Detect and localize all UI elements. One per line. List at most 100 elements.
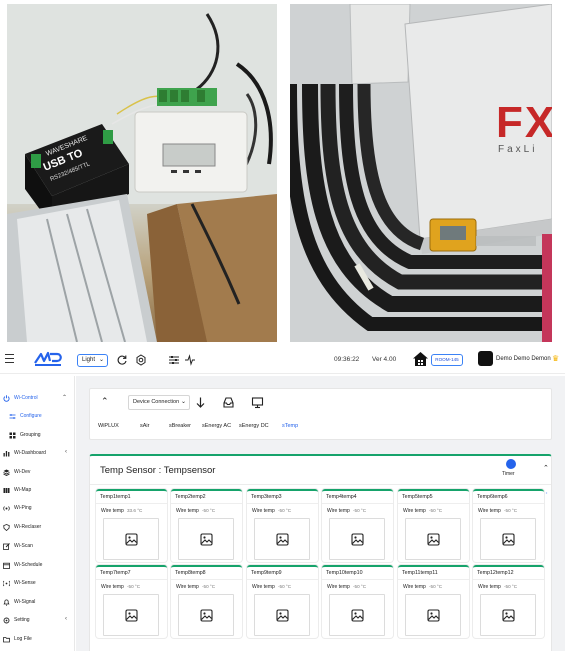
sensor-image-placeholder[interactable]	[480, 518, 536, 560]
photo-fx-panel-sensor: FX FaxLi	[290, 4, 552, 342]
device-connection-select[interactable]: Device Connection ⌄	[128, 395, 190, 410]
broadcast-icon	[2, 580, 11, 587]
sidebar-item-wi-dashboard[interactable]: Wi-Dashboard ‹	[3, 447, 73, 459]
sidebar-item-log-file[interactable]: Log File	[3, 633, 73, 645]
gear-icon	[3, 617, 10, 624]
wire-temp-label: Wire temp	[478, 508, 501, 514]
room-badge[interactable]: ROOM-145	[431, 354, 463, 366]
power-icon	[3, 394, 10, 402]
sensor-image-placeholder[interactable]	[178, 594, 234, 636]
timer-icon[interactable]	[506, 459, 516, 469]
sensor-image-placeholder[interactable]	[405, 594, 461, 636]
sensor-card[interactable]: Temp12temp12 Wire temp -50 °C	[473, 565, 544, 638]
image-icon	[427, 609, 440, 622]
sidebar-item-label: Wi-Signal	[14, 599, 36, 605]
sidebar-item-wi-signal[interactable]: Wi-Signal	[3, 596, 73, 608]
home-icon[interactable]	[412, 351, 429, 367]
wire-temp-value: -50 °C	[353, 508, 367, 513]
collapse-chevron-up-icon[interactable]: ⌃	[101, 396, 109, 407]
sensor-card[interactable]: Temp11temp11 Wire temp -50 °C	[398, 565, 469, 638]
sensor-card[interactable]: Temp2temp2 Wire temp -50 °C	[171, 489, 242, 562]
sidebar-item-label: Wi-Dashboard	[14, 450, 46, 456]
sidebar-item-setting[interactable]: Setting ‹	[3, 614, 73, 626]
wire-temp-label: Wire temp	[101, 508, 124, 514]
sensor-card[interactable]: Temp8temp8 Wire temp -50 °C	[171, 565, 242, 638]
tab-wiplux[interactable]: WiPLUX	[98, 423, 119, 429]
monitor-icon[interactable]	[251, 396, 264, 409]
sidebar-item-wi-scan[interactable]: Wi-Scan	[3, 540, 73, 552]
image-icon	[351, 609, 364, 622]
collapse-chevron-up-icon[interactable]: ⌃	[543, 464, 549, 472]
card-divider	[322, 579, 393, 580]
tab-sbreaker[interactable]: sBreaker	[169, 423, 191, 429]
sidebar-item-wi-schedule[interactable]: Wi-Schedule	[3, 559, 73, 571]
sensor-card[interactable]: Temp1temp1 Wire temp 33.6 °C	[96, 489, 167, 562]
wire-temp-value: 33.6 °C	[127, 508, 143, 513]
sensor-card[interactable]: Temp5temp5 Wire temp -50 °C	[398, 489, 469, 562]
sidebar-item-label: Setting	[14, 617, 30, 623]
sensor-card-title: Temp9temp9	[251, 570, 282, 576]
sensor-card-title: Temp6temp6	[477, 494, 508, 500]
sidebar-item-label: Wi-Dev	[14, 469, 31, 475]
sensor-card[interactable]: Temp7temp7 Wire temp -50 °C	[96, 565, 167, 638]
sidebar-item-grouping[interactable]: Grouping	[9, 429, 73, 441]
sidebar-item-wi-dev[interactable]: Wi-Dev	[3, 466, 73, 478]
installation-photos: WAVESHARE USB TO RS232/485/TTL FX FaxLi	[0, 0, 565, 344]
hamburger-menu-icon[interactable]	[5, 354, 14, 364]
sidebar-item-configure[interactable]: Configure	[9, 410, 73, 422]
refresh-icon[interactable]	[116, 354, 128, 366]
sidebar-item-label: Wi-Map	[14, 487, 32, 493]
sensor-image-placeholder[interactable]	[329, 594, 385, 636]
activity-icon[interactable]	[184, 354, 196, 366]
tab-sair[interactable]: sAir	[140, 423, 149, 429]
tab-senergy-dc[interactable]: sEnergy DC	[239, 423, 269, 429]
sidebar-item-wi-map[interactable]: Wi-Map	[3, 484, 73, 496]
sidebar-item-label: Grouping	[20, 432, 41, 438]
inbox-icon[interactable]	[222, 396, 235, 409]
settings-cog-icon[interactable]	[135, 354, 147, 366]
sensor-card-title: Temp3temp3	[251, 494, 282, 500]
theme-select[interactable]: Light ⌄	[77, 354, 108, 367]
arrow-down-icon[interactable]	[194, 396, 207, 409]
sensor-image-placeholder[interactable]	[329, 518, 385, 560]
calendar-icon	[3, 562, 10, 569]
chevron-left-icon: ‹	[65, 616, 67, 622]
tab-senergy-ac[interactable]: sEnergy AC	[202, 423, 231, 429]
image-icon	[125, 533, 138, 546]
sensor-card[interactable]: Temp6temp6 Wire temp -50 °C	[473, 489, 544, 562]
sidebar-item-label: Wi-Reclaser	[14, 524, 42, 530]
sidebar-item-wi-ping[interactable]: Wi-Ping	[3, 502, 73, 514]
filter-sliders-icon[interactable]	[168, 354, 180, 366]
chevron-down-icon: ⌄	[180, 399, 186, 405]
sensor-image-placeholder[interactable]	[254, 594, 310, 636]
image-icon	[276, 533, 289, 546]
timer-label[interactable]: Timer	[502, 471, 515, 477]
tab-stemp[interactable]: sTemp	[282, 423, 298, 429]
user-avatar[interactable]	[478, 351, 493, 366]
card-divider	[398, 579, 469, 580]
card-divider	[171, 579, 242, 580]
sidebar-item-wi-sense[interactable]: Wi-Sense	[2, 577, 73, 589]
sensor-image-placeholder[interactable]	[103, 594, 159, 636]
sidebar-item-wi-control[interactable]: Wi-Control ⌃	[3, 392, 73, 404]
sensor-image-placeholder[interactable]	[254, 518, 310, 560]
sensor-image-placeholder[interactable]	[480, 594, 536, 636]
sensor-image-placeholder[interactable]	[405, 518, 461, 560]
shield-icon	[3, 523, 10, 531]
sensor-card-title: Temp8temp8	[175, 570, 206, 576]
sensor-image-placeholder[interactable]	[178, 518, 234, 560]
bell-icon	[3, 599, 10, 606]
sliders-icon	[9, 413, 16, 420]
sensor-card[interactable]: Temp3temp3 Wire temp -50 °C	[247, 489, 318, 562]
user-name[interactable]: Demo Demo Demon	[496, 356, 551, 362]
sensor-card[interactable]: Temp9temp9 Wire temp -50 °C	[247, 565, 318, 638]
sidebar-item-wi-reclaser[interactable]: Wi-Reclaser	[3, 521, 73, 533]
sensor-card[interactable]: Temp10temp10 Wire temp -50 °C	[322, 565, 393, 638]
sensor-card[interactable]: Temp4temp4 Wire temp -50 °C	[322, 489, 393, 562]
wire-temp-value: -50 °C	[429, 508, 443, 513]
wire-temp-value: -50 °C	[202, 508, 216, 513]
card-divider	[96, 579, 167, 580]
card-divider	[473, 579, 544, 580]
card-divider	[171, 503, 242, 504]
sensor-image-placeholder[interactable]	[103, 518, 159, 560]
